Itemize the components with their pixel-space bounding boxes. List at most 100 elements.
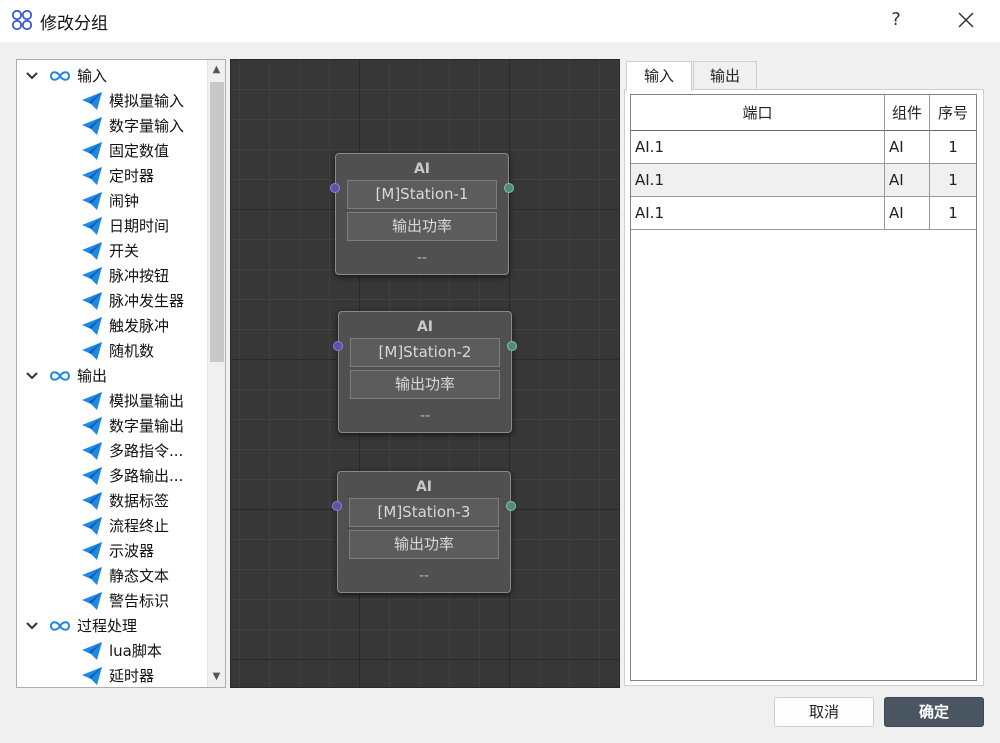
- node-station-field[interactable]: [M]Station-2: [350, 338, 500, 367]
- paper-plane-icon: [82, 341, 102, 360]
- infinity-icon: [49, 370, 71, 381]
- paper-plane-icon: [82, 266, 102, 285]
- chevron-down-icon[interactable]: [25, 619, 39, 633]
- tree-item[interactable]: 日期时间: [17, 213, 207, 238]
- tree-group[interactable]: 输入: [17, 63, 207, 88]
- component-tree[interactable]: 输入 模拟量输入数字量输入固定数值定时器闹钟日期时间开关脉冲按钮脉冲发生器触发脉冲…: [16, 59, 226, 688]
- table-cell[interactable]: 1: [930, 197, 976, 230]
- tree-item-label: 脉冲按钮: [109, 267, 170, 285]
- tree-item[interactable]: 定时器: [17, 163, 207, 188]
- tree-item-label: 定时器: [109, 167, 155, 185]
- tree-item[interactable]: 数字量输入: [17, 113, 207, 138]
- tree-item-label: 数字量输出: [109, 417, 185, 435]
- table-cell[interactable]: AI.1: [631, 164, 885, 197]
- node-output-field[interactable]: 输出功率: [349, 530, 499, 559]
- table-cell[interactable]: AI: [885, 197, 930, 230]
- paper-plane-icon: [82, 291, 102, 310]
- tree-item-label: 数字量输入: [109, 117, 185, 135]
- tree-item[interactable]: 脉冲发生器: [17, 288, 207, 313]
- node-output-field[interactable]: 输出功率: [347, 212, 497, 241]
- infinity-icon: [49, 70, 71, 81]
- header-port[interactable]: 端口: [631, 95, 885, 131]
- node-station-3[interactable]: AI [M]Station-3 输出功率 --: [332, 471, 516, 593]
- node-output-port[interactable]: [506, 501, 516, 511]
- infinity-icon: [49, 620, 71, 631]
- tree-item-label: 日期时间: [109, 217, 170, 235]
- tree-item[interactable]: 多路指令...: [17, 438, 207, 463]
- tree-item[interactable]: 随机数: [17, 338, 207, 363]
- tree-item-label: 流程终止: [109, 517, 170, 535]
- paper-plane-icon: [82, 516, 102, 535]
- tree-item[interactable]: 脉冲按钮: [17, 263, 207, 288]
- paper-plane-icon: [82, 216, 102, 235]
- scroll-thumb[interactable]: [210, 82, 224, 362]
- paper-plane-icon: [82, 316, 102, 335]
- table-cell[interactable]: 1: [930, 164, 976, 197]
- tree-item-label: 随机数: [109, 342, 155, 360]
- tree-item[interactable]: 模拟量输入: [17, 88, 207, 113]
- tree-item[interactable]: 开关: [17, 238, 207, 263]
- tree-item[interactable]: 数字量输出: [17, 413, 207, 438]
- tree-item[interactable]: 模拟量输出: [17, 388, 207, 413]
- flow-canvas[interactable]: AI [M]Station-1 输出功率 -- AI [M]Station-2 …: [230, 59, 620, 688]
- cancel-button[interactable]: 取消: [774, 697, 874, 727]
- tree-item[interactable]: 延时器: [17, 663, 207, 687]
- close-icon[interactable]: [952, 6, 980, 34]
- node-output-port[interactable]: [504, 183, 514, 193]
- scroll-up-icon[interactable]: ▲: [208, 62, 225, 78]
- table-cell[interactable]: 1: [930, 131, 976, 164]
- tree-item[interactable]: 示波器: [17, 538, 207, 563]
- chevron-down-icon[interactable]: [25, 369, 39, 383]
- tree-group[interactable]: 过程处理: [17, 613, 207, 638]
- tree-item-label: 触发脉冲: [109, 317, 170, 335]
- tree-item[interactable]: 静态文本: [17, 563, 207, 588]
- tree-item-label: 静态文本: [109, 567, 170, 585]
- header-index[interactable]: 序号: [930, 95, 976, 131]
- paper-plane-icon: [82, 91, 102, 110]
- tree-item[interactable]: 固定数值: [17, 138, 207, 163]
- scroll-down-icon[interactable]: ▼: [208, 669, 225, 685]
- paper-plane-icon: [82, 141, 102, 160]
- tree-scrollbar[interactable]: ▲ ▼: [207, 60, 225, 687]
- node-input-port[interactable]: [332, 501, 342, 511]
- tree-item[interactable]: 触发脉冲: [17, 313, 207, 338]
- tree-item[interactable]: 数据标签: [17, 488, 207, 513]
- header-component[interactable]: 组件: [885, 95, 930, 131]
- paper-plane-icon: [82, 416, 102, 435]
- tree-item[interactable]: 多路输出...: [17, 463, 207, 488]
- tree-item-label: 开关: [109, 242, 140, 260]
- paper-plane-icon: [82, 391, 102, 410]
- tab-output[interactable]: 输出: [693, 61, 757, 90]
- paper-plane-icon: [82, 641, 102, 660]
- ok-button[interactable]: 确定: [884, 697, 984, 727]
- table-cell[interactable]: AI.1: [631, 131, 885, 164]
- ports-table: 端口 组件 序号 AI.1 AI 1 AI.1 AI 1 AI.1 AI 1: [630, 94, 977, 681]
- node-output-field[interactable]: 输出功率: [350, 370, 500, 399]
- node-input-port[interactable]: [333, 341, 343, 351]
- paper-plane-icon: [82, 591, 102, 610]
- table-cell[interactable]: AI.1: [631, 197, 885, 230]
- node-station-field[interactable]: [M]Station-3: [349, 498, 499, 527]
- node-station-field[interactable]: [M]Station-1: [347, 180, 497, 209]
- paper-plane-icon: [82, 116, 102, 135]
- tree-item-label: 多路指令...: [109, 442, 184, 460]
- paper-plane-icon: [82, 241, 102, 260]
- tree-item[interactable]: 警告标识: [17, 588, 207, 613]
- tree-group[interactable]: 输出: [17, 363, 207, 388]
- node-station-2[interactable]: AI [M]Station-2 输出功率 --: [333, 311, 517, 433]
- node-output-port[interactable]: [507, 341, 517, 351]
- tree-group-label: 过程处理: [77, 617, 138, 635]
- node-input-port[interactable]: [330, 183, 340, 193]
- tree-item-label: 脉冲发生器: [109, 292, 185, 310]
- chevron-down-icon[interactable]: [25, 69, 39, 83]
- tree-item[interactable]: 流程终止: [17, 513, 207, 538]
- tree-item[interactable]: lua脚本: [17, 638, 207, 663]
- help-button[interactable]: ?: [884, 6, 908, 34]
- tab-input[interactable]: 输入: [626, 61, 692, 91]
- table-cell[interactable]: AI: [885, 131, 930, 164]
- table-cell[interactable]: AI: [885, 164, 930, 197]
- node-station-1[interactable]: AI [M]Station-1 输出功率 --: [330, 153, 514, 275]
- ports-panel: 输入 输出 端口 组件 序号 AI.1 AI 1 AI.1 AI 1 AI.1 …: [624, 59, 984, 688]
- tree-item[interactable]: 闹钟: [17, 188, 207, 213]
- title-bar: 修改分组 ?: [0, 0, 1000, 42]
